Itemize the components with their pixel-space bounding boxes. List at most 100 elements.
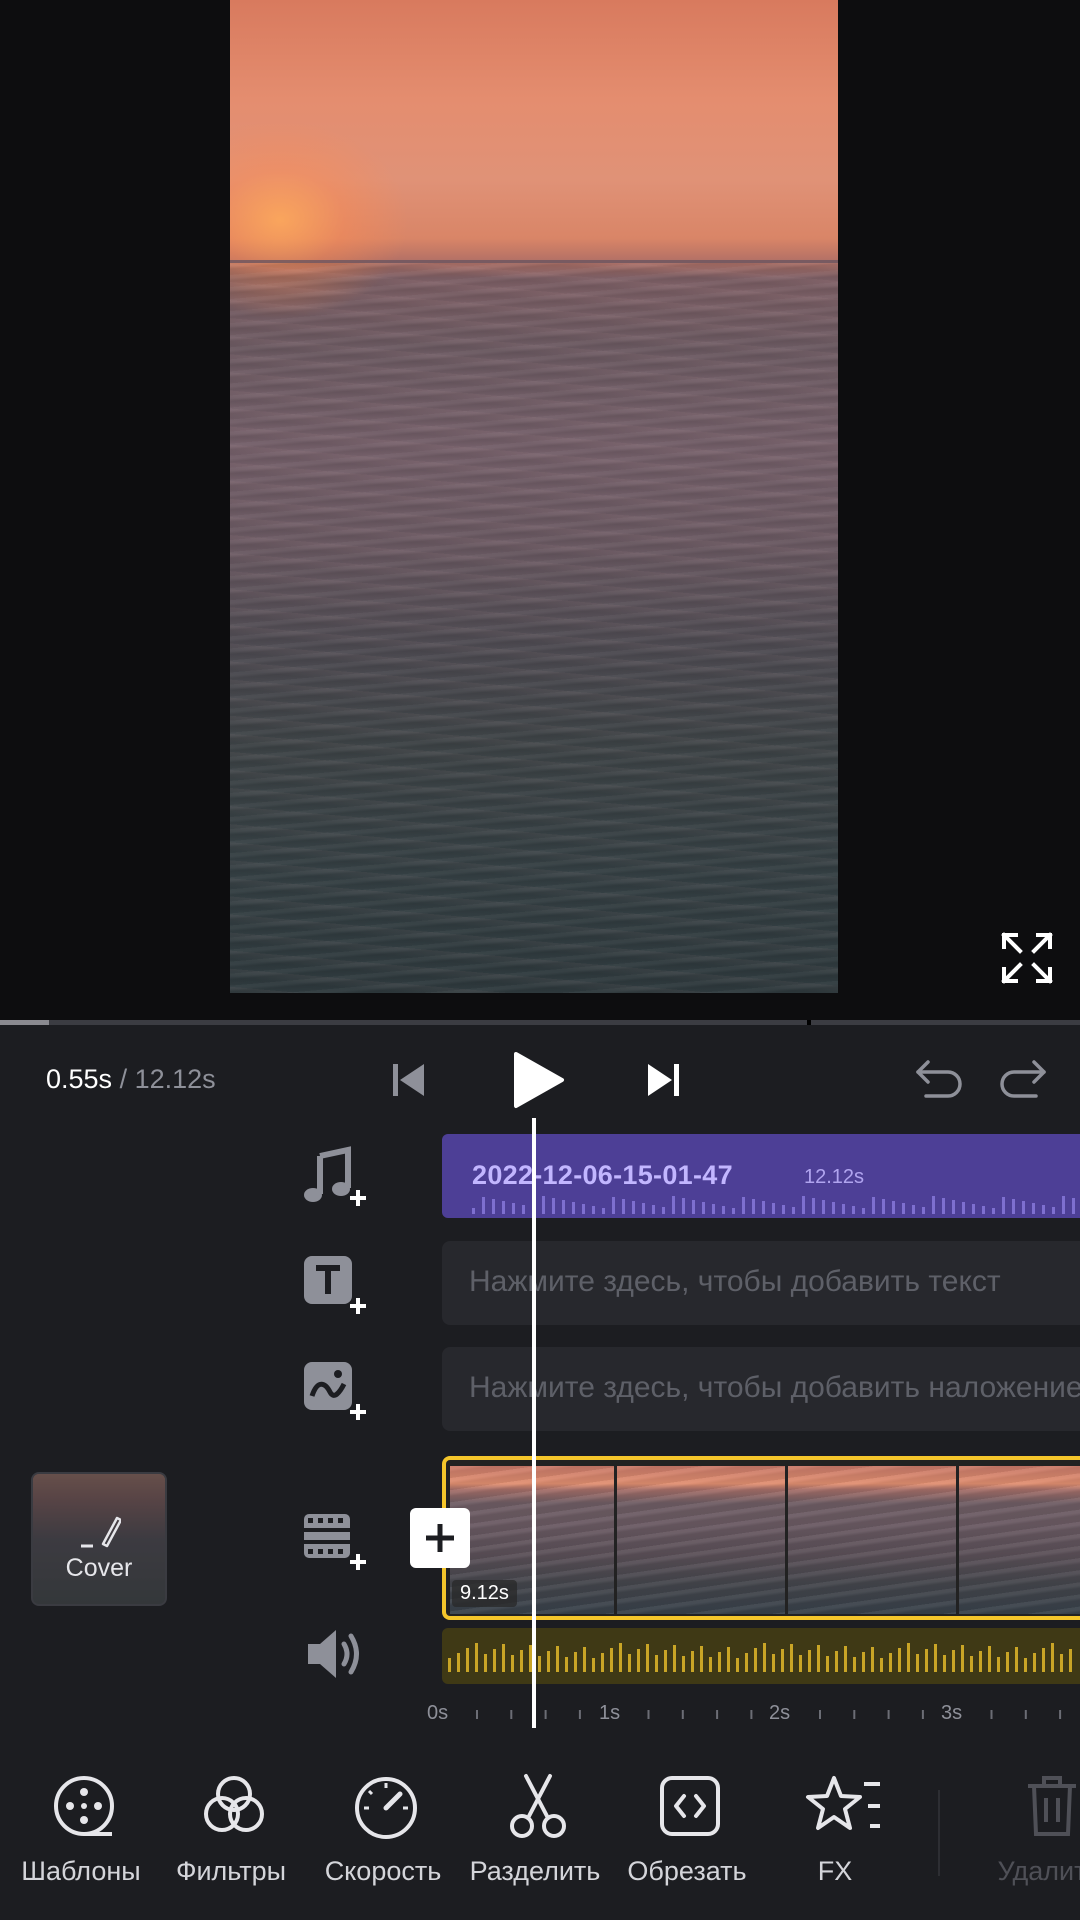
skip-start-button[interactable] bbox=[390, 1060, 430, 1100]
waveform-bar bbox=[542, 1196, 545, 1214]
ruler-label-2s: 2s bbox=[769, 1702, 791, 1724]
waveform-bar bbox=[892, 1201, 895, 1214]
volume-bar bbox=[817, 1645, 820, 1672]
volume-bar bbox=[844, 1646, 847, 1672]
plus-icon bbox=[426, 1524, 454, 1552]
waveform-bar bbox=[632, 1201, 635, 1214]
waveform-bar bbox=[652, 1205, 655, 1214]
speed-label: Скорость bbox=[324, 1856, 442, 1886]
volume-bar bbox=[862, 1652, 865, 1672]
volume-bar bbox=[907, 1643, 910, 1672]
waveform-bar bbox=[862, 1208, 865, 1214]
play-button[interactable] bbox=[508, 1050, 568, 1110]
add-video-button[interactable] bbox=[300, 1506, 372, 1578]
video-preview[interactable] bbox=[230, 0, 838, 993]
video-thumbnail bbox=[959, 1466, 1080, 1614]
waveform-bar bbox=[982, 1206, 985, 1214]
audio-clip[interactable]: 2022-12-06-15-01-47 12.12s bbox=[442, 1134, 1080, 1218]
trim-button[interactable]: Обрезать bbox=[612, 1772, 762, 1890]
volume-bar bbox=[835, 1651, 838, 1672]
volume-track[interactable] bbox=[442, 1628, 1080, 1684]
waveform-bar bbox=[582, 1204, 585, 1214]
waveform-bar bbox=[762, 1201, 765, 1214]
waveform-bar bbox=[722, 1206, 725, 1214]
ruler-label-3s: 3s bbox=[941, 1702, 963, 1724]
waveform-bar bbox=[1072, 1198, 1075, 1214]
waveform-bar bbox=[992, 1208, 995, 1214]
waveform-bar bbox=[932, 1196, 935, 1214]
waveform-bar bbox=[1012, 1199, 1015, 1214]
waveform-bar bbox=[692, 1200, 695, 1214]
waveform-bar bbox=[902, 1203, 905, 1214]
video-preview-area bbox=[0, 0, 1080, 1022]
volume-bar bbox=[709, 1657, 712, 1672]
fx-button[interactable]: FX bbox=[760, 1772, 910, 1890]
fullscreen-button[interactable] bbox=[1000, 931, 1054, 985]
skip-end-button[interactable] bbox=[642, 1060, 682, 1100]
video-thumbnail bbox=[788, 1466, 956, 1614]
volume-bar bbox=[718, 1652, 721, 1672]
ruler-tick bbox=[578, 1710, 581, 1719]
waveform-bar bbox=[502, 1201, 505, 1214]
waveform-bar bbox=[472, 1208, 475, 1214]
ruler-tick bbox=[853, 1710, 856, 1719]
volume-bar bbox=[700, 1646, 703, 1672]
redo-button[interactable] bbox=[996, 1056, 1048, 1104]
cover-button[interactable]: Cover bbox=[31, 1472, 167, 1606]
volume-bar bbox=[511, 1655, 514, 1672]
text-track-placeholder: Нажмите здесь, чтобы добавить текст bbox=[469, 1265, 1001, 1298]
cover-label: Cover bbox=[65, 1554, 133, 1582]
volume-button[interactable] bbox=[304, 1622, 376, 1694]
filters-button[interactable]: Фильтры bbox=[156, 1772, 306, 1890]
delete-label: Удалить bbox=[997, 1856, 1080, 1886]
audio-clip-name: 2022-12-06-15-01-47 bbox=[472, 1160, 733, 1190]
waveform-bar bbox=[612, 1197, 615, 1214]
waveform-bar bbox=[522, 1205, 525, 1214]
add-music-button[interactable] bbox=[300, 1142, 372, 1214]
filters-label: Фильтры bbox=[175, 1856, 287, 1886]
fx-label: FX bbox=[817, 1856, 853, 1886]
speed-button[interactable]: Скорость bbox=[308, 1772, 458, 1890]
playhead[interactable] bbox=[532, 1118, 536, 1728]
add-overlay-button[interactable] bbox=[300, 1356, 372, 1428]
waveform-bar bbox=[672, 1196, 675, 1214]
overlay-track[interactable]: Нажмите здесь, чтобы добавить наложение bbox=[442, 1347, 1080, 1431]
undo-button[interactable] bbox=[914, 1056, 966, 1104]
volume-bar bbox=[997, 1657, 1000, 1672]
ruler-tick bbox=[544, 1710, 547, 1719]
waveform-bar bbox=[552, 1198, 555, 1214]
waveform-bar bbox=[832, 1202, 835, 1214]
waveform-bar bbox=[492, 1199, 495, 1214]
text-track[interactable]: Нажмите здесь, чтобы добавить текст bbox=[442, 1241, 1080, 1325]
split-button[interactable]: Разделить bbox=[460, 1772, 610, 1890]
volume-bar bbox=[520, 1650, 523, 1672]
fx-star-icon bbox=[806, 1776, 880, 1830]
volume-waveform bbox=[448, 1643, 1072, 1672]
volume-bar bbox=[934, 1644, 937, 1672]
waveform-bar bbox=[952, 1200, 955, 1214]
volume-bar bbox=[952, 1650, 955, 1672]
volume-bar bbox=[1015, 1647, 1018, 1672]
waveform-bar bbox=[792, 1207, 795, 1214]
delete-button[interactable]: Удалить bbox=[974, 1772, 1080, 1890]
ruler-tick bbox=[716, 1710, 719, 1719]
volume-bar bbox=[457, 1653, 460, 1672]
waveform-bar bbox=[622, 1199, 625, 1214]
overlay-track-placeholder: Нажмите здесь, чтобы добавить наложение bbox=[469, 1371, 1080, 1404]
waveform-bar bbox=[642, 1203, 645, 1214]
skip-start-icon bbox=[393, 1064, 424, 1096]
waveform-bar bbox=[822, 1200, 825, 1214]
edit-pen-icon bbox=[81, 1516, 121, 1548]
add-clip-button[interactable] bbox=[410, 1508, 470, 1568]
volume-bar bbox=[1069, 1649, 1072, 1672]
video-clip-duration: 9.12s bbox=[452, 1580, 517, 1607]
templates-button[interactable]: Шаблоны bbox=[6, 1772, 156, 1890]
time-display: 0.55s / 12.12s bbox=[46, 1064, 216, 1095]
volume-bar bbox=[970, 1656, 973, 1672]
add-text-button[interactable] bbox=[300, 1250, 372, 1322]
volume-bar bbox=[754, 1648, 757, 1672]
volume-bar bbox=[736, 1658, 739, 1672]
volume-bar bbox=[916, 1654, 919, 1672]
trash-icon bbox=[1028, 1776, 1076, 1836]
video-clip[interactable] bbox=[442, 1456, 1080, 1620]
